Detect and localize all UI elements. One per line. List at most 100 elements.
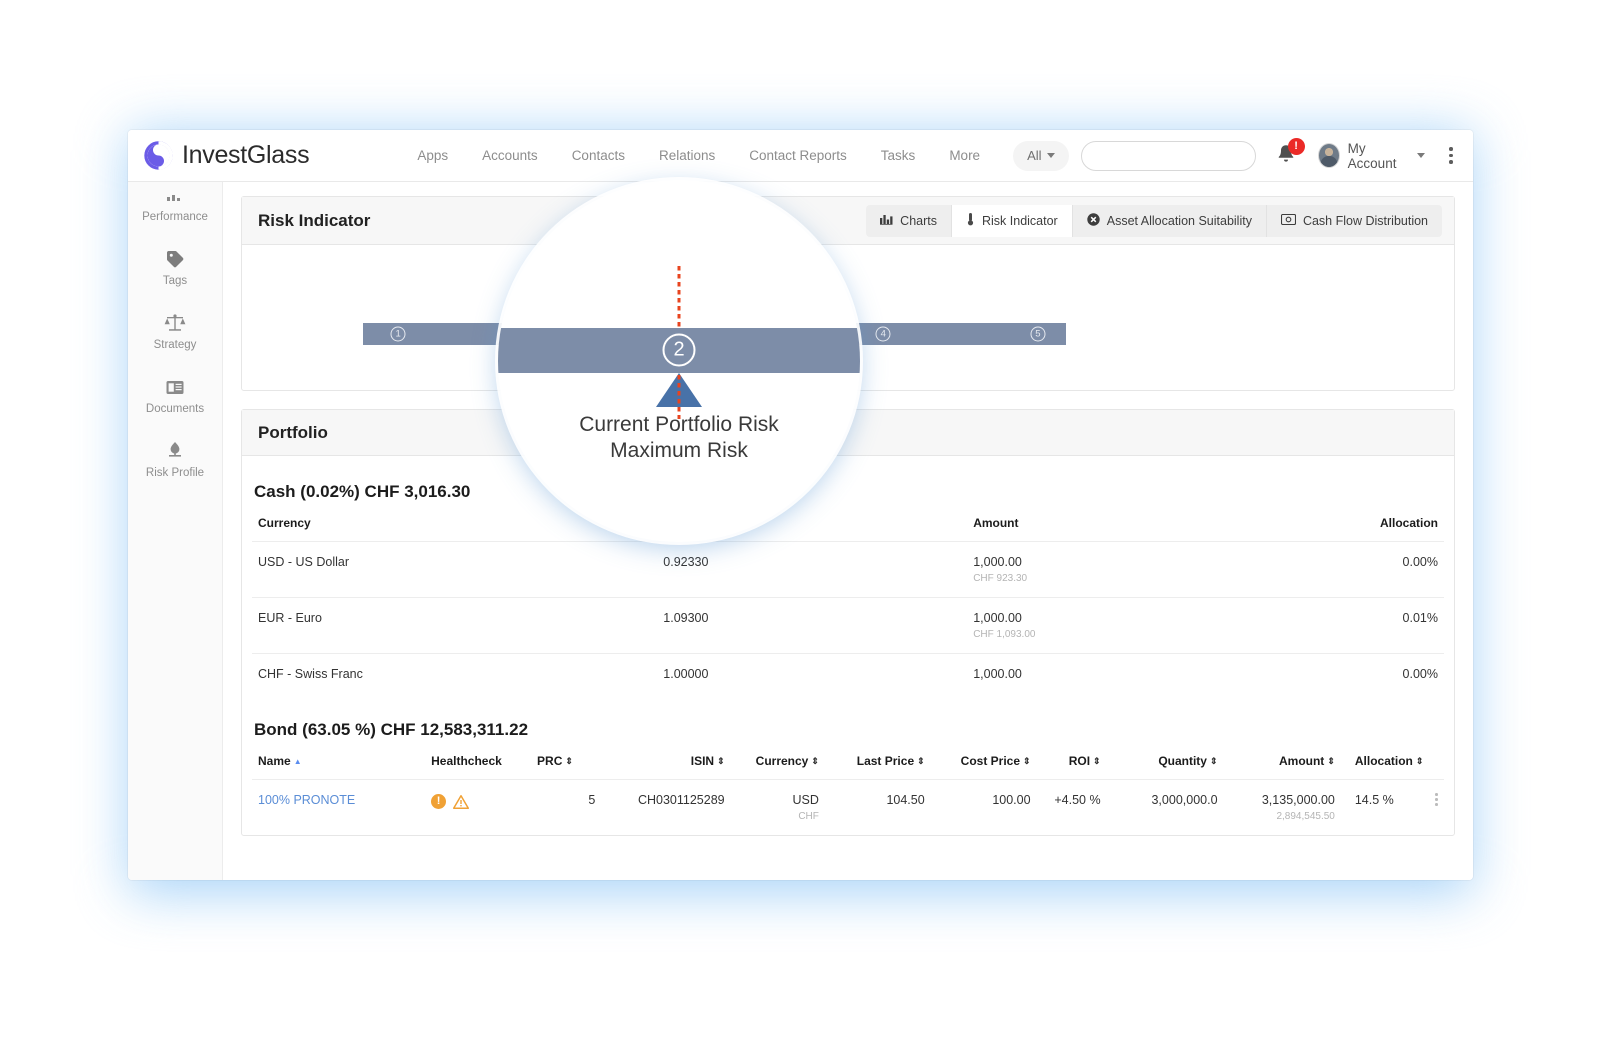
search-input[interactable] [1081,141,1255,170]
cell-currency: USD - US Dollar [252,541,658,598]
notifications-button[interactable]: ! [1276,137,1305,169]
amount-value: 3,135,000.00 [1261,793,1335,807]
col-quantity[interactable]: Quantity ⇕ [1107,754,1224,780]
sort-icon: ⇕ [565,756,573,766]
amount-sub: CHF 923.30 [973,573,1028,584]
risk-indicator-header: Risk Indicator Charts Risk Indicator Ass… [242,197,1454,245]
tab-label: Risk Indicator [982,213,1058,228]
cell-cost-price: 100.00 [930,779,1037,835]
cell-fx-rate: 1.09300 [657,597,968,654]
account-menu[interactable]: My Account [1317,140,1425,171]
table-row[interactable]: EUR - Euro 1.09300 1,000.00 CHF 1,093.00… [252,597,1444,654]
cell-allocation: 0.01% [1277,597,1444,654]
cash-group-heading: Cash (0.02%) CHF 3,016.30 [254,482,471,501]
table-row[interactable]: 100% PRONOTE ! 5 CH0301125289 USD CHF 10… [252,779,1444,835]
alert-circle-icon[interactable]: ! [431,794,447,809]
cell-name[interactable]: 100% PRONOTE [252,779,426,835]
cell-amount: 1,000.00 CHF 1,093.00 [967,597,1278,654]
table-row[interactable]: CHF - Swiss Franc 1.00000 1,000.00 0.00% [252,653,1444,694]
max-risk-dotted-line-upper [677,266,681,328]
sort-asc-icon: ▲ [293,757,302,766]
instrument-link[interactable]: 100% PRONOTE [258,793,355,807]
account-label: My Account [1347,140,1397,171]
currency-value: USD [792,793,819,807]
sort-icon: ⇕ [811,756,819,766]
nav-link-more[interactable]: More [932,148,997,163]
cell-amount: 1,000.00 [967,653,1278,694]
main-content: Risk Indicator Charts Risk Indicator Ass… [223,182,1473,880]
col-amount[interactable]: Amount [967,516,1277,542]
amount-sub: CHF 1,093.00 [973,629,1036,640]
tab-asset-allocation-suitability[interactable]: Asset Allocation Suitability [1073,204,1267,237]
sort-icon: ⇕ [1023,756,1031,766]
brand[interactable]: InvestGlass [128,141,400,170]
risk-tick-5: 5 [1030,326,1046,342]
magnifier-labels: Current Portfolio Risk Maximum Risk [498,412,860,465]
page-title: Risk Indicator [258,210,371,230]
sidebar-item-label: Risk Profile [145,467,205,479]
nav-links: Apps Accounts Contacts Relations Contact… [400,148,997,163]
sidebar-item-documents[interactable]: Documents [128,363,222,427]
sidebar: Performance Tags Strategy Documents Risk… [128,182,223,880]
col-prc[interactable]: PRC ⇕ [531,754,601,780]
cell-actions[interactable] [1429,779,1444,835]
sidebar-item-label: Documents [145,403,205,415]
cell-currency: CHF - Swiss Franc [252,653,658,694]
col-roi[interactable]: ROI ⇕ [1037,754,1107,780]
money-icon [1280,213,1297,228]
search-scope-label: All [1027,148,1042,163]
view-tabs: Charts Risk Indicator Asset Allocation S… [866,204,1442,237]
screenshot-canvas: InvestGlass Apps Accounts Contacts Relat… [0,0,1600,1038]
search-scope-dropdown[interactable]: All [1013,140,1069,171]
nav-link-apps[interactable]: Apps [400,148,465,163]
tab-risk-indicator[interactable]: Risk Indicator [952,204,1073,237]
circle-x-icon [1087,212,1100,229]
nav-link-tasks[interactable]: Tasks [864,148,933,163]
nav-link-contacts[interactable]: Contacts [555,148,642,163]
col-currency[interactable]: Currency ⇕ [731,754,825,780]
cell-allocation: 0.00% [1277,541,1444,598]
sidebar-item-label: Performance [142,211,208,223]
row-kebab-menu-icon[interactable] [1435,793,1438,806]
sidebar-item-risk-profile[interactable]: Risk Profile [128,427,222,491]
nav-link-contact-reports[interactable]: Contact Reports [732,148,864,163]
investglass-logo-icon [144,141,173,170]
nav-link-accounts[interactable]: Accounts [465,148,555,163]
col-allocation[interactable]: Allocation ⇕ [1341,754,1430,780]
col-cost-price[interactable]: Cost Price ⇕ [931,754,1037,780]
tab-charts[interactable]: Charts [866,204,952,237]
col-last-price[interactable]: Last Price ⇕ [825,754,931,780]
table-row[interactable]: USD - US Dollar 0.92330 1,000.00 CHF 923… [252,541,1444,598]
amount-value: 1,000.00 [973,667,1022,681]
cell-prc: 5 [531,779,602,835]
sidebar-item-label: Tags [162,275,188,287]
cell-fx-rate: 1.00000 [657,653,968,694]
sidebar-item-strategy[interactable]: Strategy [128,299,222,363]
thermometer-icon [966,212,975,229]
sidebar-item-tags[interactable]: Tags [128,235,222,299]
current-portfolio-risk-label: Current Portfolio Risk [579,413,779,436]
kebab-menu-icon[interactable] [1443,147,1459,164]
col-isin[interactable]: ISIN ⇕ [601,754,730,780]
risk-profile-icon [128,440,222,462]
tab-cash-flow-distribution[interactable]: Cash Flow Distribution [1267,205,1442,237]
nav-link-relations[interactable]: Relations [642,148,732,163]
col-name[interactable]: Name ▲ [252,754,425,780]
sort-icon: ⇕ [717,756,725,766]
search-box[interactable] [1080,140,1256,171]
chevron-down-icon [1416,153,1425,158]
magnifier-overlay: 2 Current Portfolio Risk Maximum Risk [498,180,860,542]
warning-triangle-icon[interactable] [453,794,470,809]
tab-label: Asset Allocation Suitability [1106,213,1252,228]
col-allocation[interactable]: Allocation [1277,516,1444,542]
col-amount[interactable]: Amount ⇕ [1224,754,1341,780]
chart-icon [128,186,222,208]
col-healthcheck[interactable]: Healthcheck [425,754,531,780]
sort-icon: ⇕ [1209,756,1218,766]
amount-value: 1,000.00 [973,611,1022,625]
cell-healthcheck: ! [425,779,532,835]
bond-table: Name ▲ Healthcheck PRC ⇕ ISIN ⇕ Currency ⇕ L… [252,754,1444,835]
bond-table-header-row: Name ▲ Healthcheck PRC ⇕ ISIN ⇕ Currency ⇕ L… [252,754,1444,780]
tab-label: Charts [900,213,937,228]
sidebar-item-performance[interactable]: Performance [128,186,222,235]
